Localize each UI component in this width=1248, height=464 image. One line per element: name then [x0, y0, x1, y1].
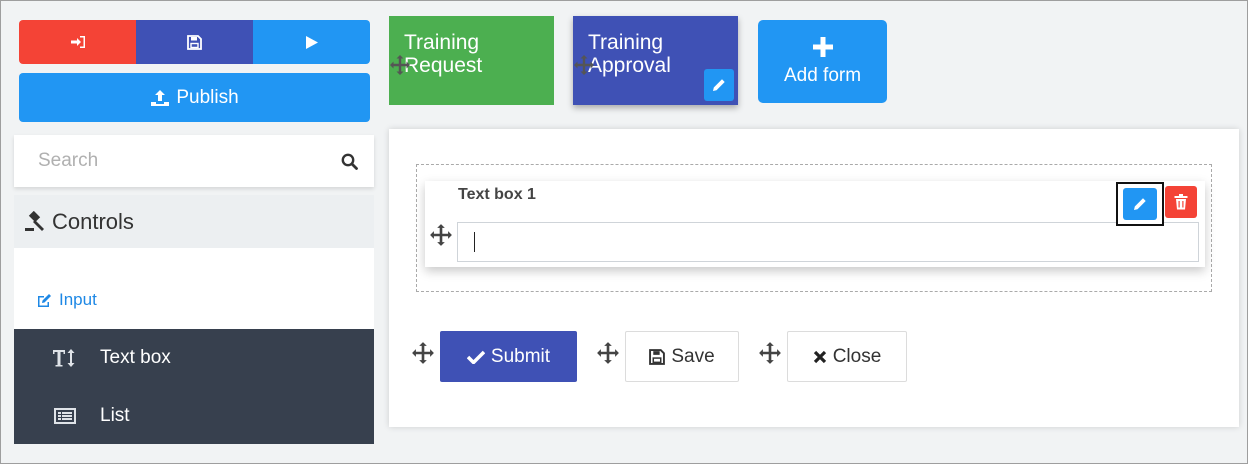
gavel-icon — [25, 210, 44, 231]
drag-handle-icon[interactable] — [429, 223, 453, 252]
upload-icon — [151, 89, 170, 106]
field-card[interactable]: Text box 1 — [425, 181, 1205, 267]
search-input[interactable] — [38, 150, 341, 172]
close-icon — [813, 350, 826, 363]
submit-label: Submit — [490, 345, 551, 367]
publish-button[interactable]: Publish — [19, 73, 370, 122]
text-box-field[interactable] — [457, 222, 1199, 262]
controls-heading: Controls — [52, 208, 134, 234]
form-tab-label: Training Request — [404, 31, 483, 77]
exit-button[interactable] — [19, 20, 136, 64]
submit-button[interactable]: Submit — [440, 331, 577, 382]
floppy-disk-icon — [649, 348, 666, 365]
pencil-icon — [713, 79, 725, 91]
publish-label: Publish — [176, 86, 239, 108]
drag-handle-icon[interactable] — [573, 54, 595, 81]
input-category-link[interactable]: Input — [36, 290, 97, 310]
app-window: Publish Controls Input — [0, 0, 1248, 464]
search-icon[interactable] — [341, 153, 358, 170]
drag-handle-icon[interactable] — [411, 341, 435, 370]
field-label: Text box 1 — [458, 186, 536, 203]
close-label: Close — [832, 345, 882, 367]
edit-form-button[interactable] — [704, 69, 734, 101]
plus-icon — [812, 36, 833, 57]
delete-field-button[interactable] — [1165, 186, 1197, 218]
control-item-label: Text box — [100, 347, 171, 368]
run-button[interactable] — [253, 20, 370, 64]
form-tab-training-approval[interactable]: Training Approval — [573, 16, 738, 105]
sign-out-icon — [70, 36, 85, 48]
form-tab-training-request[interactable]: Training Request — [389, 16, 554, 105]
play-icon — [305, 35, 318, 49]
check-icon — [466, 350, 485, 364]
drag-handle-icon[interactable] — [389, 54, 411, 81]
text-height-icon — [52, 348, 78, 368]
add-form-label: Add form — [783, 64, 862, 86]
controls-panel: Input — [14, 248, 374, 329]
edit-field-button[interactable] — [1116, 182, 1164, 226]
control-item-list[interactable]: List — [14, 387, 374, 445]
list-icon — [52, 408, 78, 424]
form-tab-label: Training Approval — [588, 31, 671, 77]
add-form-button[interactable]: Add form — [758, 20, 887, 103]
edit-square-icon — [38, 293, 51, 307]
control-item-text-box[interactable]: Text box — [14, 329, 374, 387]
drag-handle-icon[interactable] — [596, 341, 620, 370]
form-canvas: Text box 1 Submit Save Close — [389, 129, 1239, 427]
drop-zone[interactable]: Text box 1 — [416, 164, 1212, 292]
save-label: Save — [671, 345, 715, 367]
save-form-button[interactable] — [136, 20, 253, 64]
close-button[interactable]: Close — [787, 331, 907, 382]
control-item-label: List — [100, 405, 130, 426]
toolbar — [19, 20, 370, 64]
trash-icon — [1174, 194, 1188, 210]
control-list: Text box List — [14, 329, 374, 444]
text-cursor — [474, 232, 475, 252]
drag-handle-icon[interactable] — [758, 341, 782, 370]
search-box — [14, 135, 374, 187]
pencil-icon — [1134, 198, 1146, 210]
save-button[interactable]: Save — [625, 331, 739, 382]
floppy-disk-icon — [187, 34, 202, 50]
input-category-label: Input — [59, 290, 97, 309]
controls-header[interactable]: Controls — [14, 195, 374, 248]
